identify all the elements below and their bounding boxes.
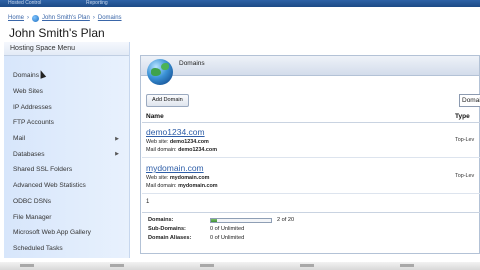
panel-toolbar: Add Domain Domai <box>146 94 480 108</box>
sidebar-item-label: FTP Accounts <box>13 119 54 127</box>
mail-domain-value: mydomain.com <box>178 183 218 189</box>
website-value: demo1234.com <box>169 139 209 145</box>
sidebar-item-odbc[interactable]: ODBC DSNs <box>4 194 129 210</box>
website-label: Web site: <box>146 139 169 145</box>
domain-type: Top-Lev <box>455 137 475 143</box>
sidebar-item-ip-addresses[interactable]: IP Addresses <box>4 99 129 115</box>
mail-domain-line: Mail domain: demo1234.com <box>146 147 217 153</box>
website-line: Web site: demo1234.com <box>146 139 209 145</box>
panel-title: Domains <box>179 60 205 67</box>
top-nav-item-reporting[interactable]: Reporting <box>86 0 108 6</box>
column-header-name[interactable]: Name <box>146 113 164 120</box>
breadcrumb-separator-icon: › <box>92 15 95 21</box>
quota-value: 2 of 20 <box>277 217 295 223</box>
sidebar-item-label: Shared SSL Folders <box>13 166 73 174</box>
mail-domain-line: Mail domain: mydomain.com <box>146 183 218 189</box>
breadcrumb-home[interactable]: Home <box>8 15 24 21</box>
globe-icon <box>32 14 40 22</box>
page-title: John Smith's Plan <box>9 26 105 40</box>
sidebar-item-label: Web Sites <box>13 88 43 96</box>
website-label: Web site: <box>146 175 169 181</box>
column-header-type[interactable]: Type <box>455 113 470 120</box>
sidebar-item-domains[interactable]: Domains <box>4 68 129 84</box>
breadcrumb-separator-icon: › <box>27 15 30 21</box>
sidebar-item-web-statistics[interactable]: Advanced Web Statistics <box>4 178 129 194</box>
domain-link[interactable]: mydomain.com <box>146 163 204 173</box>
domains-panel: Domains Add Domain Domai Name Type demo1… <box>140 55 480 254</box>
globe-icon <box>147 59 173 85</box>
quota-value: 0 of Unlimited <box>210 226 245 232</box>
website-line: Web site: mydomain.com <box>146 175 209 181</box>
grid-header: Name Type <box>142 111 480 123</box>
quota-label: Sub-Domains: <box>148 226 186 232</box>
sidebar-item-label: Mail <box>13 135 26 143</box>
sidebar-item-label: Advanced Web Statistics <box>13 182 86 190</box>
sidebar-item-web-app-gallery[interactable]: Microsoft Web App Gallery <box>4 225 129 241</box>
sidebar-item-label: File Manager <box>13 213 52 221</box>
hosting-space-menu: Hosting Space Menu Domains Web Sites IP … <box>4 42 130 258</box>
table-row: mydomain.com Web site: mydomain.com Mail… <box>142 162 480 194</box>
sidebar-item-label: Domains <box>13 72 40 80</box>
sidebar-item-label: Microsoft Web App Gallery <box>13 229 91 237</box>
quota-progress-fill <box>211 219 217 222</box>
sidebar-item-label: ODBC DSNs <box>13 197 52 205</box>
domain-type: Top-Lev <box>455 173 475 179</box>
quota-value: 0 of Unlimited <box>210 235 245 241</box>
quota-label: Domain Aliases: <box>148 235 192 241</box>
mail-domain-label: Mail domain: <box>146 183 177 189</box>
sidebar-menu: Domains Web Sites IP Addresses FTP Accou… <box>4 56 129 256</box>
top-nav-bar: Hosted Control Reporting <box>0 0 480 7</box>
breadcrumb: Home › John Smith's Plan › Domains <box>8 13 122 23</box>
arrow-right-icon: ▶ <box>115 151 119 158</box>
breadcrumb-domains[interactable]: Domains <box>98 15 122 21</box>
search-filter-select[interactable]: Domai <box>459 94 480 107</box>
sidebar-item-shared-ssl[interactable]: Shared SSL Folders <box>4 162 129 178</box>
video-bottom-strip <box>0 262 480 270</box>
breadcrumb-plan[interactable]: John Smith's Plan <box>42 15 90 21</box>
sidebar-item-label: IP Addresses <box>13 103 52 111</box>
sidebar-item-ftp-accounts[interactable]: FTP Accounts <box>4 115 129 131</box>
top-nav-item-hosted[interactable]: Hosted Control <box>8 0 41 6</box>
pager-page-1[interactable]: 1 <box>146 199 149 205</box>
table-row: demo1234.com Web site: demo1234.com Mail… <box>142 126 480 158</box>
sidebar-item-label: Databases <box>13 150 45 158</box>
website-value: mydomain.com <box>169 175 210 181</box>
arrow-right-icon: ▶ <box>115 135 119 142</box>
mail-domain-value: demo1234.com <box>178 147 218 153</box>
quota-progress-bar <box>210 218 272 223</box>
sidebar-item-databases[interactable]: Databases ▶ <box>4 146 129 162</box>
sidebar-item-label: Scheduled Tasks <box>13 244 63 252</box>
sidebar-item-file-manager[interactable]: File Manager <box>4 209 129 225</box>
sidebar-item-scheduled-tasks[interactable]: Scheduled Tasks <box>4 241 129 257</box>
add-domain-button[interactable]: Add Domain <box>146 94 189 107</box>
domain-link[interactable]: demo1234.com <box>146 127 205 137</box>
mail-domain-label: Mail domain: <box>146 147 177 153</box>
panel-header: Domains <box>141 56 479 76</box>
sidebar-item-web-sites[interactable]: Web Sites <box>4 84 129 100</box>
sidebar-item-mail[interactable]: Mail ▶ <box>4 131 129 147</box>
sidebar-header: Hosting Space Menu <box>4 42 129 56</box>
quota-section: Domains: 2 of 20 Sub-Domains: 0 of Unlim… <box>142 212 480 254</box>
quota-label: Domains: <box>148 217 174 223</box>
